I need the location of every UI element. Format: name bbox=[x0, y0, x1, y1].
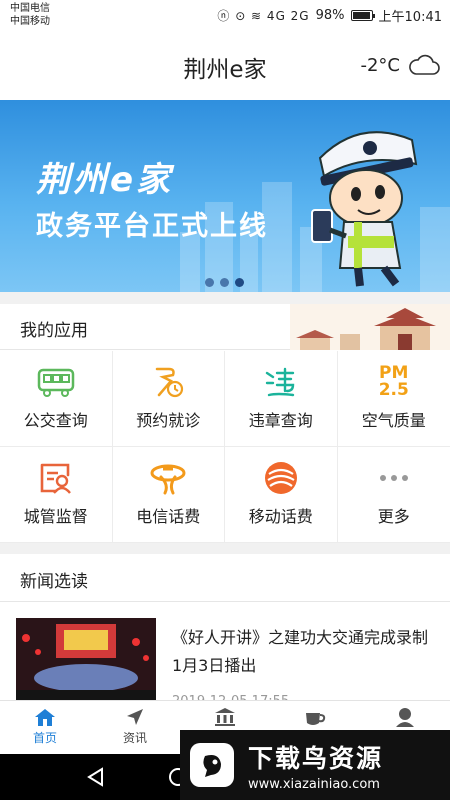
police-mascot-illustration bbox=[311, 131, 418, 287]
user-icon bbox=[396, 708, 414, 727]
banner-pagination bbox=[205, 278, 244, 287]
app-tile-label: 空气质量 bbox=[361, 411, 426, 430]
app-tile-more[interactable]: 更多 bbox=[337, 447, 450, 543]
app-tile-label: 预约就诊 bbox=[136, 411, 201, 430]
app-tile-bus[interactable]: 公交查询 bbox=[0, 351, 113, 447]
status-time: 上午10:41 bbox=[378, 10, 442, 25]
apps-grid: 公交查询 预约就诊 违章查询 PM 2.5 空气质量 城管监督 电信话费 移动话… bbox=[0, 351, 450, 543]
battery-icon bbox=[350, 10, 375, 21]
mobile-icon bbox=[264, 462, 297, 494]
bus-icon bbox=[37, 368, 74, 397]
tab-label: 首页 bbox=[32, 731, 57, 745]
app-tile-label: 移动话费 bbox=[248, 507, 313, 526]
tab-news[interactable]: 资讯 bbox=[90, 701, 180, 754]
app-tile-telecom-bill[interactable]: 电信话费 bbox=[112, 447, 225, 543]
banner-brand: 荆州e家 bbox=[36, 160, 174, 200]
news-title: 新闻选读 bbox=[20, 572, 88, 592]
supervision-icon bbox=[40, 463, 71, 494]
app-screen: 中国电信 中国移动 ⓝ ⊙ ≋ 4G 2G 98% 上午10:41 荆州e家 -… bbox=[0, 0, 450, 800]
pagination-dot[interactable] bbox=[220, 278, 229, 287]
stage-image bbox=[16, 618, 156, 702]
carrier-info: 中国电信 中国移动 bbox=[10, 2, 50, 28]
back-icon[interactable] bbox=[86, 767, 106, 787]
news-item-title: 《好人开讲》之建功大交通完成录制 1月3日播出 bbox=[172, 628, 429, 675]
site-watermark: 下载鸟资源 www.xiazainiao.com bbox=[180, 730, 450, 800]
promo-banner[interactable]: 荆州e家 政务平台正式上线 bbox=[0, 100, 450, 292]
weather-widget[interactable]: -2°C bbox=[360, 54, 440, 76]
status-bar: 中国电信 中国移动 ⓝ ⊙ ≋ 4G 2G 98% 上午10:41 bbox=[0, 0, 450, 32]
section-divider bbox=[0, 292, 450, 304]
news-item[interactable]: 《好人开讲》之建功大交通完成录制 1月3日播出 2019-12-05 17:55 bbox=[0, 602, 450, 709]
app-tile-label: 违章查询 bbox=[248, 411, 313, 430]
app-tile-label: 城管监督 bbox=[23, 507, 88, 526]
cloud-icon bbox=[409, 54, 440, 75]
news-section-header: 新闻选读 bbox=[0, 554, 450, 602]
telecom-icon bbox=[150, 464, 186, 495]
app-tile-air-quality[interactable]: PM 2.5 空气质量 bbox=[337, 351, 450, 447]
government-icon bbox=[215, 708, 235, 726]
appointment-icon bbox=[156, 367, 184, 398]
app-tile-mobile-bill[interactable]: 移动话费 bbox=[225, 447, 338, 543]
banner-headline: 政务平台正式上线 bbox=[36, 211, 268, 242]
app-header: 荆州e家 -2°C bbox=[0, 32, 450, 100]
temperature: -2°C bbox=[360, 54, 400, 76]
city-landmark-illustration bbox=[290, 304, 450, 350]
watermark-name: 下载鸟资源 bbox=[248, 743, 384, 773]
pm25-icon: PM 2.5 bbox=[374, 363, 414, 401]
watermark-url: www.xiazainiao.com bbox=[248, 776, 380, 792]
app-tile-violation[interactable]: 违章查询 bbox=[225, 351, 338, 447]
carrier-2: 中国移动 bbox=[10, 16, 50, 27]
news-thumbnail bbox=[16, 618, 156, 702]
tab-home[interactable]: 首页 bbox=[0, 701, 90, 754]
more-icon bbox=[379, 475, 408, 481]
navigation-icon bbox=[127, 709, 143, 725]
pagination-dot-active[interactable] bbox=[235, 278, 244, 287]
watermark-logo-icon bbox=[190, 743, 234, 787]
app-tile-appointment[interactable]: 预约就诊 bbox=[112, 351, 225, 447]
home-icon bbox=[35, 709, 55, 726]
app-tile-label: 更多 bbox=[377, 507, 410, 526]
coffee-icon bbox=[306, 713, 326, 725]
status-indicator-icons: ⓝ ⊙ ≋ 4G 2G bbox=[217, 9, 310, 23]
pagination-dot[interactable] bbox=[205, 278, 214, 287]
pm-value: 2.5 bbox=[378, 380, 409, 400]
battery-percent: 98% bbox=[315, 8, 345, 23]
carrier-1: 中国电信 bbox=[10, 3, 50, 14]
tab-label: 资讯 bbox=[122, 731, 147, 745]
section-divider bbox=[0, 543, 450, 554]
apps-title: 我的应用 bbox=[20, 321, 88, 341]
apps-section-header: 我的应用 bbox=[0, 304, 450, 350]
violation-icon bbox=[265, 367, 294, 397]
app-tile-label: 电信话费 bbox=[136, 507, 201, 526]
app-tile-urban-supervision[interactable]: 城管监督 bbox=[0, 447, 113, 543]
app-tile-label: 公交查询 bbox=[23, 411, 88, 430]
